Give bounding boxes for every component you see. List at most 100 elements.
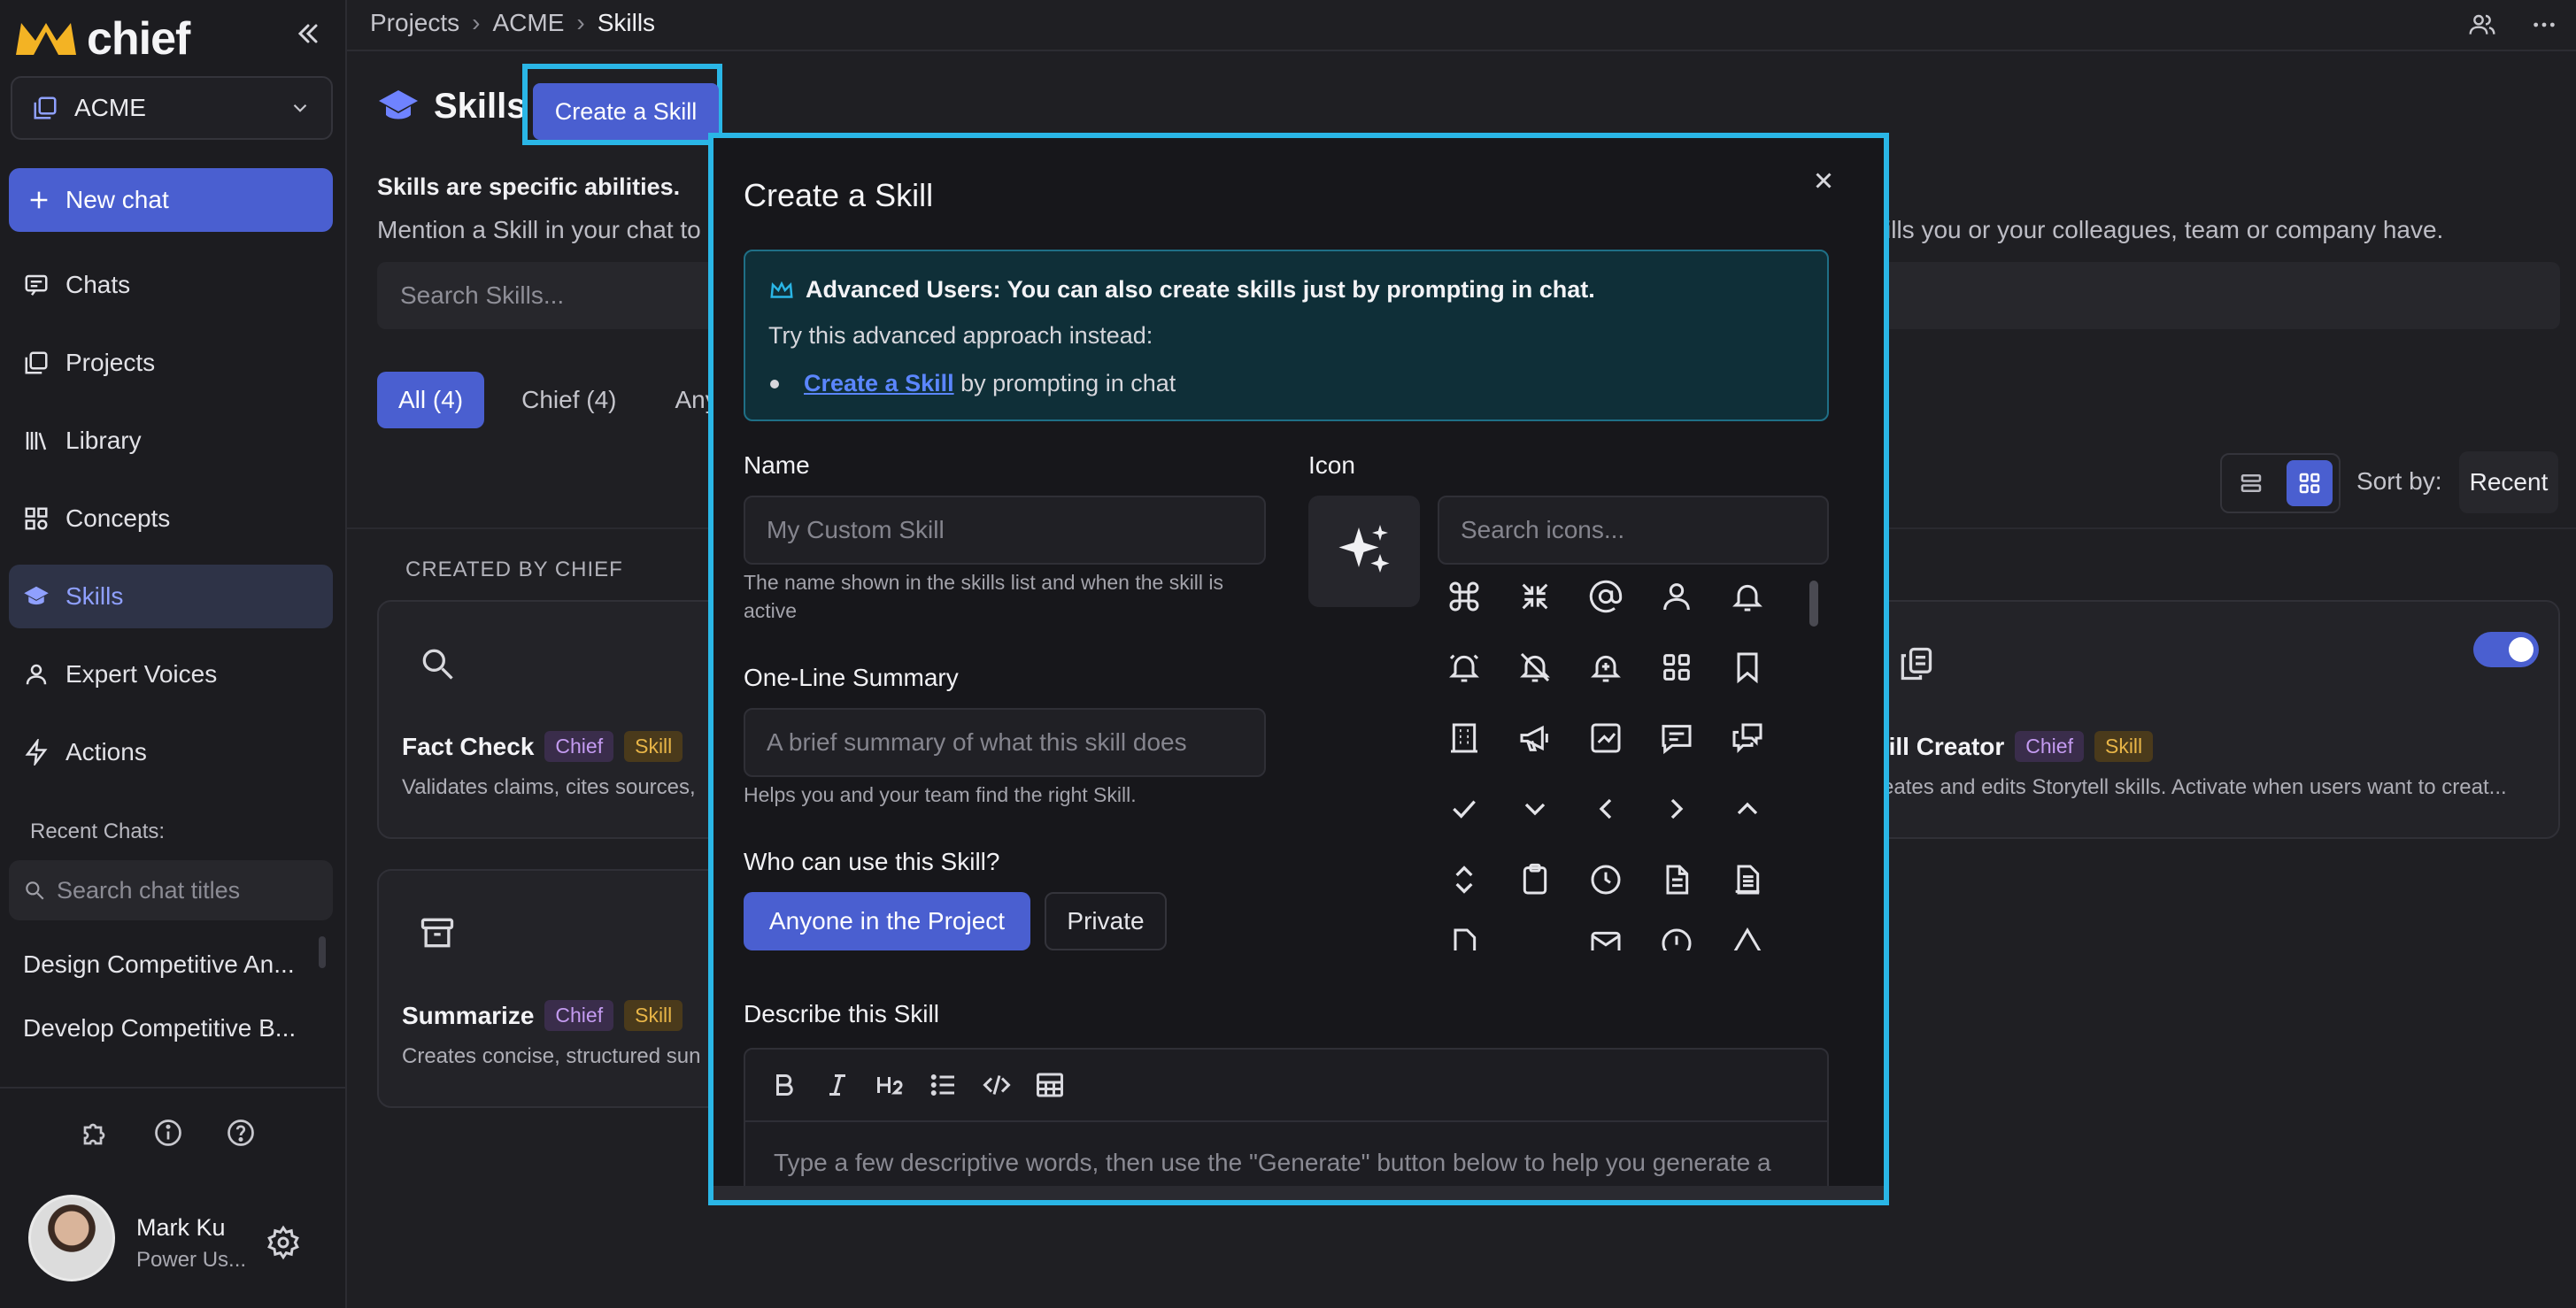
megaphone-icon[interactable] bbox=[1517, 720, 1553, 756]
sidebar-item-concepts[interactable]: Concepts bbox=[9, 487, 333, 550]
file-text-icon[interactable] bbox=[1659, 862, 1694, 897]
plus-icon bbox=[27, 188, 51, 212]
grid-view-icon[interactable] bbox=[2287, 460, 2333, 506]
heading-2-icon[interactable] bbox=[875, 1069, 906, 1101]
shrink-icon[interactable] bbox=[1517, 579, 1553, 614]
chat-search-input[interactable]: Search chat titles bbox=[9, 860, 333, 920]
visibility-private-button[interactable]: Private bbox=[1045, 892, 1167, 950]
close-icon[interactable] bbox=[1808, 165, 1839, 196]
sidebar-item-expert-voices[interactable]: Expert Voices bbox=[9, 642, 333, 706]
sort-dropdown[interactable]: Recent bbox=[2459, 451, 2558, 513]
section-heading: CREATED BY CHIEF bbox=[405, 558, 623, 581]
visibility-anyone-button[interactable]: Anyone in the Project bbox=[744, 892, 1030, 950]
recent-chats-scrollbar[interactable] bbox=[319, 936, 326, 968]
clock-icon[interactable] bbox=[1588, 862, 1623, 897]
info-icon[interactable] bbox=[152, 1117, 184, 1149]
bullet bbox=[770, 379, 779, 389]
tab-chief[interactable]: Chief (4) bbox=[500, 372, 637, 428]
building-icon[interactable] bbox=[1446, 720, 1482, 756]
lightning-icon bbox=[23, 739, 50, 766]
alert-triangle-icon[interactable] bbox=[1730, 926, 1765, 950]
italic-icon[interactable] bbox=[821, 1069, 853, 1101]
collapse-sidebar-icon[interactable] bbox=[292, 18, 324, 50]
skill-enabled-toggle[interactable] bbox=[2473, 632, 2539, 667]
list-view-icon[interactable] bbox=[2228, 460, 2274, 506]
settings-gear-icon[interactable] bbox=[266, 1225, 301, 1260]
chevrons-up-down-icon[interactable] bbox=[1446, 862, 1482, 897]
modal-horizontal-scrollbar[interactable] bbox=[713, 1186, 1884, 1200]
check-icon[interactable] bbox=[1446, 791, 1482, 827]
skill-name-placeholder: My Custom Skill bbox=[767, 516, 945, 543]
icon-search-input[interactable]: Search icons... bbox=[1438, 496, 1829, 565]
sidebar-item-chats[interactable]: Chats bbox=[9, 253, 333, 317]
bold-icon[interactable] bbox=[768, 1069, 800, 1101]
describe-editor[interactable]: Type a few descriptive words, then use t… bbox=[744, 1048, 1829, 1200]
breadcrumb-skills: Skills bbox=[597, 9, 656, 36]
chevron-left-icon[interactable] bbox=[1588, 791, 1623, 827]
alarm-bell-icon[interactable] bbox=[1446, 650, 1482, 685]
icon-grid-scrollbar[interactable] bbox=[1809, 581, 1818, 627]
user-icon[interactable] bbox=[1659, 579, 1694, 614]
icon-grid bbox=[1438, 579, 1818, 832]
user-profile[interactable]: Mark Ku Power Us... bbox=[28, 1195, 329, 1283]
more-options-icon[interactable] bbox=[2530, 11, 2558, 39]
sidebar-item-label: Projects bbox=[66, 349, 156, 376]
help-icon[interactable] bbox=[225, 1117, 257, 1149]
chevron-down-icon[interactable] bbox=[1517, 791, 1553, 827]
avatar[interactable] bbox=[28, 1195, 115, 1281]
breadcrumb-projects[interactable]: Projects bbox=[370, 9, 459, 37]
recent-chat-item[interactable]: Develop Competitive B... bbox=[23, 1014, 296, 1043]
copy-icon bbox=[1896, 644, 1935, 683]
message-square-icon[interactable] bbox=[1659, 720, 1694, 756]
bell-plus-icon[interactable] bbox=[1588, 650, 1623, 685]
alert-circle-icon[interactable] bbox=[1659, 926, 1694, 950]
bullet-list-icon[interactable] bbox=[928, 1069, 960, 1101]
page-subtitle: Mention a Skill in your chat to bbox=[377, 216, 701, 243]
archive-icon bbox=[418, 913, 457, 952]
sparkles-icon[interactable] bbox=[1308, 496, 1420, 607]
logo[interactable]: chief bbox=[14, 12, 190, 65]
messages-icon[interactable] bbox=[1730, 720, 1765, 756]
recent-chat-item[interactable]: Design Competitive An... bbox=[23, 950, 295, 979]
summary-input[interactable]: A brief summary of what this skill does bbox=[744, 708, 1266, 777]
create-skill-chat-link[interactable]: Create a Skill bbox=[804, 370, 954, 396]
chat-bubble-icon bbox=[23, 272, 50, 298]
tab-all[interactable]: All (4) bbox=[377, 372, 485, 428]
sidebar-item-skills[interactable]: Skills bbox=[9, 565, 333, 628]
create-skill-button[interactable]: Create a Skill bbox=[533, 83, 719, 140]
puzzle-icon[interactable] bbox=[80, 1117, 112, 1149]
skill-card-name: Fact Check bbox=[402, 733, 535, 760]
sidebar-item-projects[interactable]: Projects bbox=[9, 331, 333, 395]
page-subtitle-tail: kills you or your colleagues, team or co… bbox=[1873, 216, 2444, 243]
chevron-right-icon[interactable] bbox=[1659, 791, 1694, 827]
at-sign-icon[interactable] bbox=[1588, 579, 1623, 614]
table-icon[interactable] bbox=[1034, 1069, 1066, 1101]
projects-icon bbox=[23, 350, 50, 376]
clipboard-icon[interactable] bbox=[1517, 862, 1553, 897]
sidebar-item-label: Expert Voices bbox=[66, 660, 218, 688]
new-chat-button[interactable]: New chat bbox=[9, 168, 333, 232]
file-icon[interactable] bbox=[1446, 926, 1482, 950]
sidebar-nav: Chats Projects Library Concepts Skills E… bbox=[9, 239, 333, 784]
skill-card-skill-creator[interactable]: kill Creator Chief Skill reates and edits … bbox=[1855, 600, 2560, 839]
bell-icon[interactable] bbox=[1730, 579, 1765, 614]
bookmark-icon[interactable] bbox=[1730, 650, 1765, 685]
command-icon[interactable] bbox=[1446, 579, 1482, 614]
chevron-up-icon[interactable] bbox=[1730, 791, 1765, 827]
sidebar-item-library[interactable]: Library bbox=[9, 409, 333, 473]
icon-grid-continued bbox=[1438, 862, 1818, 950]
grid-icon[interactable] bbox=[1659, 650, 1694, 685]
graduation-cap-icon bbox=[377, 85, 420, 127]
breadcrumb-acme[interactable]: ACME bbox=[492, 9, 564, 37]
workspace-selector[interactable]: ACME bbox=[11, 76, 333, 140]
document-lines-icon[interactable] bbox=[1730, 862, 1765, 897]
code-icon[interactable] bbox=[981, 1069, 1013, 1101]
bell-off-icon[interactable] bbox=[1517, 650, 1553, 685]
sidebar-item-actions[interactable]: Actions bbox=[9, 720, 333, 784]
chart-icon[interactable] bbox=[1588, 720, 1623, 756]
mail-icon[interactable] bbox=[1588, 926, 1623, 950]
skill-name-input[interactable]: My Custom Skill bbox=[744, 496, 1266, 565]
users-icon[interactable] bbox=[2468, 11, 2496, 39]
sidebar-footer-icons bbox=[80, 1117, 257, 1149]
sidebar-item-label: Skills bbox=[66, 582, 124, 610]
